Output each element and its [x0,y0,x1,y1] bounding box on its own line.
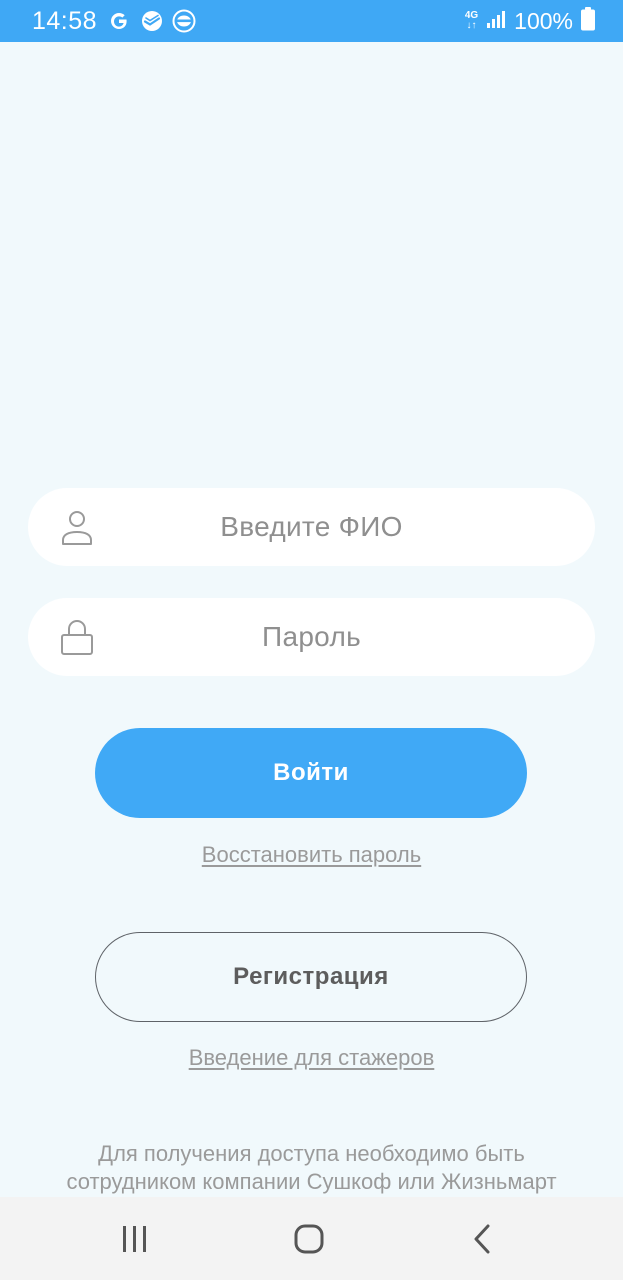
password-field-placeholder: Пароль [262,621,361,652]
battery-icon [581,6,595,36]
back-icon[interactable] [463,1221,503,1257]
interns-intro-link[interactable]: Введение для стажеров [0,1045,623,1071]
name-field[interactable]: Введите ФИО [28,488,595,566]
battery-percent: 100% [514,7,573,34]
home-icon[interactable] [289,1221,329,1257]
login-button[interactable]: Войти [95,728,527,818]
access-notice-line-1: Для получения доступа необходимо быть [98,1141,525,1166]
system-navigation-bar [0,1197,623,1280]
recent-apps-icon[interactable] [115,1221,155,1257]
register-button[interactable]: Регистрация [95,932,527,1022]
access-notice: Для получения доступа необходимо быть со… [10,1140,613,1196]
signal-icon [486,9,506,34]
status-system-icons: 4G ↓↑ 100% [465,6,595,36]
name-field-placeholder: Введите ФИО [220,511,403,542]
access-notice-line-2: сотрудником компании Сушкоф или Жизньмар… [66,1169,557,1194]
status-time: 14:58 [32,7,98,35]
password-field[interactable]: Пароль [28,598,595,676]
restore-password-link[interactable]: Восстановить пароль [0,842,623,868]
google-g-icon [108,9,130,38]
status-bar: 14:58 4G ↓↑ 100% [0,0,623,42]
burger-king-icon [172,9,196,38]
network-activity-arrows: ↓↑ [466,20,477,31]
sber-icon [140,9,164,38]
network-type: 4G ↓↑ [465,11,478,31]
